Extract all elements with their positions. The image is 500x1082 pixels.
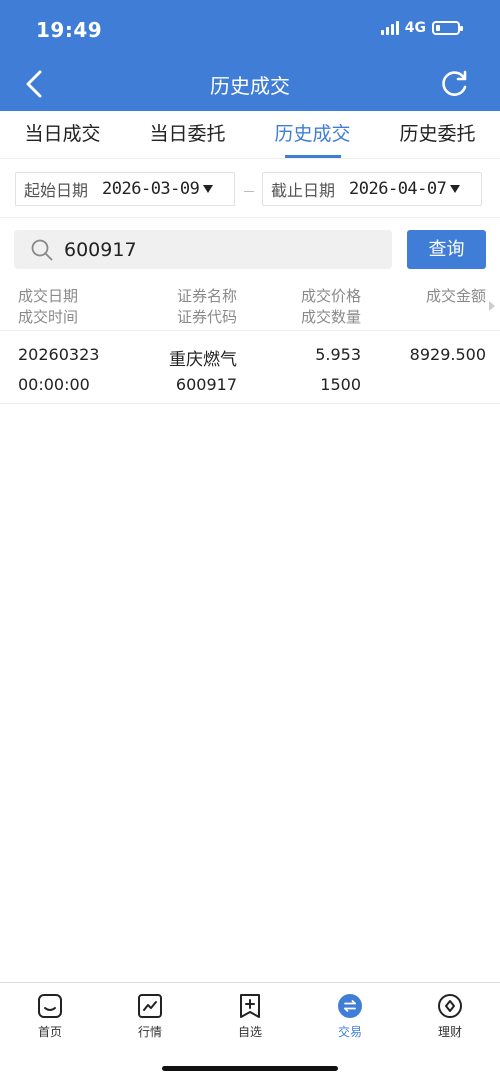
refresh-button[interactable] [438, 68, 470, 100]
query-button[interactable]: 查询 [407, 230, 486, 269]
header-col-amount: 成交金额 [425, 287, 486, 305]
market-chart-icon [138, 994, 162, 1018]
search-row: 600917 查询 [0, 219, 500, 281]
date-separator [244, 191, 254, 192]
status-time: 19:49 [36, 18, 103, 42]
nav-wealth-label: 理财 [437, 1025, 462, 1039]
trade-price: 5.953 [315, 345, 361, 364]
tab-bar: 当日成交 当日委托 历史成交 历史委托 [0, 111, 500, 159]
caret-down-icon [450, 185, 461, 193]
home-indicator[interactable] [162, 1066, 338, 1071]
trade-quantity: 1500 [320, 375, 361, 394]
search-value: 600917 [64, 238, 137, 261]
start-date-value: 2026-03-09 [102, 179, 200, 199]
nav-watchlist-label: 自选 [237, 1025, 262, 1039]
nav-home-label: 首页 [37, 1025, 62, 1039]
header-col-date: 成交日期 成交时间 [18, 287, 79, 326]
page-title: 历史成交 [210, 74, 290, 98]
network-type: 4G [404, 20, 426, 36]
header-col-security: 证券名称 证券代码 [176, 287, 237, 326]
search-icon [31, 239, 53, 260]
caret-down-icon [203, 185, 214, 193]
refresh-icon [442, 70, 467, 96]
battery-icon [432, 21, 463, 35]
end-date-label: 截止日期 [271, 181, 336, 200]
header-col-price: 成交价格 成交数量 [300, 287, 361, 326]
security-code: 600917 [175, 375, 237, 394]
table-row[interactable]: 20260323 重庆燃气 5.953 8929.500 00:00:00 60… [0, 332, 500, 404]
tab-history-orders[interactable]: 历史委托 [375, 111, 500, 158]
date-filter: 起始日期 2026-03-09 截止日期 2026-04-07 [0, 160, 500, 218]
watchlist-add-icon [240, 994, 260, 1018]
trade-time: 00:00:00 [18, 375, 90, 394]
signal-icon [380, 21, 399, 35]
wealth-icon [438, 994, 462, 1018]
app-header: 19:49 4G 历史成交 [0, 0, 500, 111]
status-indicators: 4G [380, 20, 463, 36]
tab-history-trades[interactable]: 历史成交 [250, 111, 375, 158]
nav-market-label: 行情 [137, 1025, 162, 1039]
nav-home[interactable]: 首页 [0, 983, 100, 1082]
tab-today-orders[interactable]: 当日委托 [125, 111, 250, 158]
nav-trade-label: 交易 [337, 1025, 362, 1039]
home-icon [38, 994, 62, 1018]
start-date-picker[interactable]: 起始日期 2026-03-09 [15, 172, 235, 206]
trade-exchange-icon [338, 994, 362, 1018]
table-header: 成交日期 成交时间 证券名称 证券代码 成交价格 成交数量 成交金额 [0, 283, 500, 331]
end-date-value: 2026-04-07 [349, 179, 447, 199]
trade-amount: 8929.500 [409, 345, 486, 364]
scroll-right-icon[interactable] [489, 301, 495, 311]
tab-today-trades[interactable]: 当日成交 [0, 111, 125, 158]
end-date-picker[interactable]: 截止日期 2026-04-07 [262, 172, 482, 206]
nav-wealth[interactable]: 理财 [400, 983, 500, 1082]
start-date-label: 起始日期 [24, 181, 89, 200]
search-input[interactable]: 600917 [14, 230, 392, 269]
security-name: 重庆燃气 [169, 350, 237, 370]
trade-date: 20260323 [18, 345, 100, 364]
